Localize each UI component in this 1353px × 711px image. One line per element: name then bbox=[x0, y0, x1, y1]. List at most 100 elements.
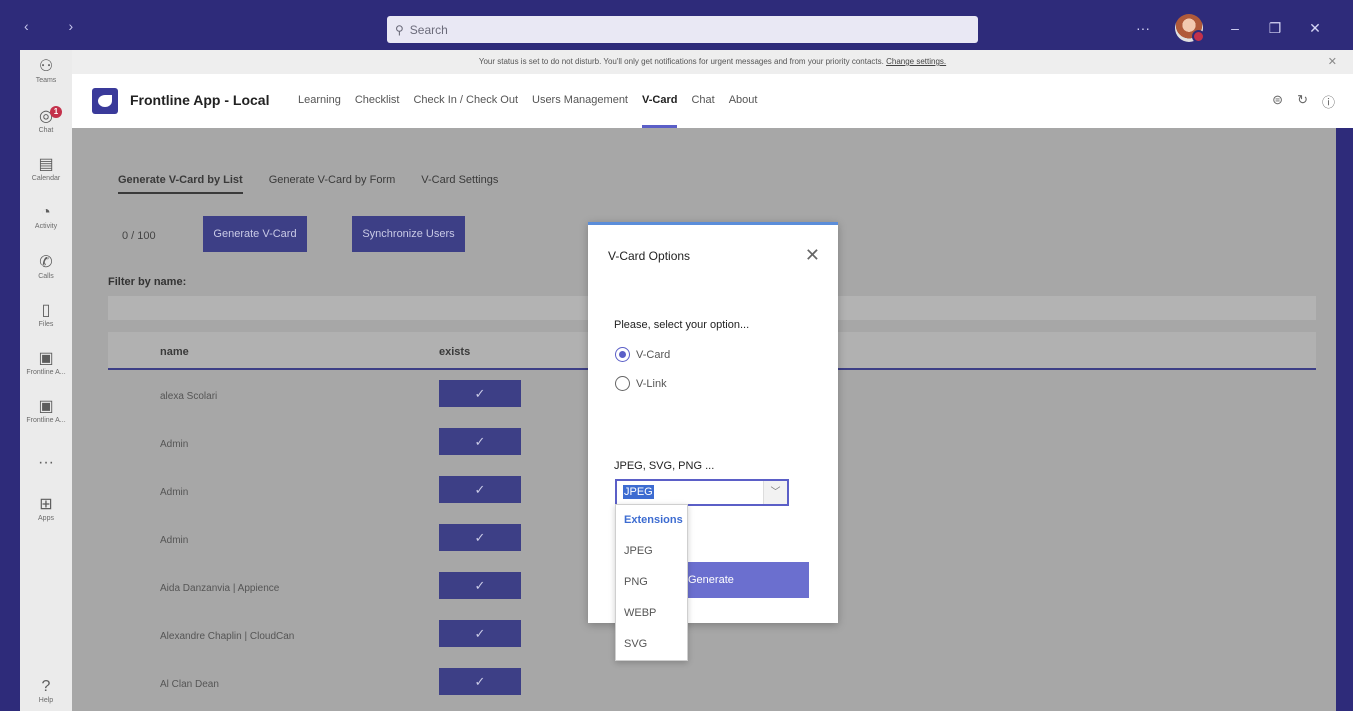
left-rail: ⚇ Teams ◎ 1 Chat ▤ Calendar ◔ Activity ✆… bbox=[20, 50, 72, 711]
user-name: alexa Scolari bbox=[160, 391, 218, 402]
rail-item-calls[interactable]: ✆ Calls bbox=[20, 254, 72, 281]
window-controls: ··· – ❐ ✕ bbox=[1123, 14, 1335, 43]
search-icon: ⚲ bbox=[395, 22, 404, 37]
refresh-icon[interactable]: ↻ bbox=[1297, 92, 1308, 111]
tab-about[interactable]: About bbox=[729, 94, 758, 128]
subtab-settings[interactable]: V-Card Settings bbox=[421, 174, 498, 194]
selection-counter: 0 / 100 bbox=[122, 230, 156, 242]
format-label: JPEG, SVG, PNG ... bbox=[614, 460, 715, 472]
filter-label: Filter by name: bbox=[108, 276, 187, 288]
more-options-icon[interactable]: ··· bbox=[1123, 20, 1163, 36]
rail-item-activity[interactable]: ◔ Activity bbox=[20, 204, 72, 231]
title-bar: ‹ › ⚲ Search ··· – ❐ ✕ bbox=[0, 0, 1353, 50]
close-icon[interactable]: ✕ bbox=[1328, 50, 1337, 74]
radio-v-link[interactable]: V-Link bbox=[615, 376, 667, 391]
tab-v-card[interactable]: V-Card bbox=[642, 94, 678, 128]
rail-label: Frontline A... bbox=[26, 417, 66, 424]
teams-icon: ⚇ bbox=[38, 58, 54, 75]
user-name: Aida Danzanvia | Appience bbox=[160, 583, 280, 594]
chat-icon: ◎ bbox=[39, 108, 53, 125]
change-settings-link[interactable]: Change settings. bbox=[886, 57, 946, 66]
info-icon[interactable]: ⓘ bbox=[1322, 92, 1335, 111]
rail-item-calendar[interactable]: ▤ Calendar bbox=[20, 156, 72, 183]
exists-check-button[interactable]: ✓ bbox=[439, 476, 521, 503]
rail-item-files[interactable]: ▯ Files bbox=[20, 302, 72, 329]
app-tabs: Learning Checklist Check In / Check Out … bbox=[298, 94, 757, 128]
rail-item-teams[interactable]: ⚇ Teams bbox=[20, 58, 72, 85]
dropdown-option-webp[interactable]: WEBP bbox=[616, 598, 687, 629]
selected-format: JPEG bbox=[623, 485, 654, 499]
vcard-subtabs: Generate V-Card by List Generate V-Card … bbox=[118, 174, 498, 194]
tab-chat[interactable]: Chat bbox=[691, 94, 714, 128]
activity-icon: ◔ bbox=[41, 204, 51, 221]
avatar[interactable] bbox=[1175, 14, 1205, 43]
generate-vcard-button[interactable]: Generate V-Card bbox=[203, 216, 307, 252]
exists-check-button[interactable]: ✓ bbox=[439, 572, 521, 599]
frontline-app-icon: ▣ bbox=[38, 398, 54, 415]
window-frame bbox=[1336, 128, 1353, 711]
more-icon: ··· bbox=[38, 454, 54, 471]
close-icon[interactable]: ✕ bbox=[805, 245, 820, 266]
generate-button[interactable]: Generate bbox=[676, 562, 809, 598]
synchronize-users-button[interactable]: Synchronize Users bbox=[352, 216, 465, 252]
user-name: Admin bbox=[160, 439, 189, 450]
user-name: Admin bbox=[160, 487, 189, 498]
format-select[interactable]: JPEG ﹀ bbox=[615, 479, 789, 506]
subtab-by-form[interactable]: Generate V-Card by Form bbox=[269, 174, 396, 194]
dropdown-option-jpeg[interactable]: JPEG bbox=[616, 536, 687, 567]
exists-check-button[interactable]: ✓ bbox=[439, 620, 521, 647]
close-window-icon[interactable]: ✕ bbox=[1295, 20, 1335, 37]
column-exists[interactable]: exists bbox=[439, 346, 470, 358]
rail-item-apps[interactable]: ⊞ Apps bbox=[20, 496, 72, 523]
popout-icon[interactable]: ⊜ bbox=[1272, 92, 1283, 111]
nav-arrows[interactable]: ‹ › bbox=[24, 18, 91, 34]
rail-item-frontline-app[interactable]: ▣ Frontline A... bbox=[20, 350, 72, 377]
rail-label: Help bbox=[38, 697, 54, 704]
column-name[interactable]: name bbox=[160, 346, 189, 358]
dialog-title: V-Card Options bbox=[608, 249, 691, 263]
search-input[interactable]: ⚲ Search bbox=[387, 16, 978, 43]
rail-item-frontline-app-2[interactable]: ▣ Frontline A... bbox=[20, 398, 72, 425]
tab-checklist[interactable]: Checklist bbox=[355, 94, 400, 128]
search-placeholder: Search bbox=[409, 22, 448, 37]
chevron-down-icon[interactable]: ﹀ bbox=[763, 481, 787, 504]
calls-icon: ✆ bbox=[39, 254, 53, 271]
rail-label: Files bbox=[38, 321, 54, 328]
subtab-by-list[interactable]: Generate V-Card by List bbox=[118, 174, 243, 194]
rail-item-chat[interactable]: ◎ 1 Chat bbox=[20, 106, 72, 135]
radio-checked-icon bbox=[615, 347, 630, 362]
banner-text: Your status is set to do not disturb. Yo… bbox=[478, 57, 884, 66]
calendar-icon: ▤ bbox=[38, 156, 54, 173]
app-header: Frontline App - Local Learning Checklist… bbox=[72, 74, 1353, 128]
rail-label: Teams bbox=[35, 77, 57, 84]
rail-label: Apps bbox=[38, 515, 54, 522]
rail-label: Calls bbox=[38, 273, 54, 280]
chat-badge: 1 bbox=[50, 106, 62, 118]
tab-users-management[interactable]: Users Management bbox=[532, 94, 628, 128]
app-logo-icon bbox=[92, 88, 118, 114]
exists-check-button[interactable]: ✓ bbox=[439, 428, 521, 455]
radio-v-card[interactable]: V-Card bbox=[615, 347, 670, 362]
user-name: Admin bbox=[160, 535, 189, 546]
exists-check-button[interactable]: ✓ bbox=[439, 524, 521, 551]
rail-item-help[interactable]: ? Help bbox=[20, 678, 72, 705]
dropdown-header: Extensions bbox=[624, 514, 683, 526]
exists-check-button[interactable]: ✓ bbox=[439, 380, 521, 407]
status-banner: Your status is set to do not disturb. Yo… bbox=[72, 50, 1353, 74]
tab-learning[interactable]: Learning bbox=[298, 94, 341, 128]
minimize-icon[interactable]: – bbox=[1215, 20, 1255, 36]
app-name: Frontline App - Local bbox=[130, 92, 270, 108]
format-dropdown-list: Extensions JPEG PNG WEBP SVG bbox=[615, 504, 688, 661]
option-prompt: Please, select your option... bbox=[614, 319, 750, 331]
dropdown-option-png[interactable]: PNG bbox=[616, 567, 687, 598]
rail-item-more[interactable]: ··· bbox=[20, 454, 72, 472]
radio-label: V-Card bbox=[636, 348, 671, 361]
radio-label: V-Link bbox=[636, 377, 667, 390]
tab-check-in-out[interactable]: Check In / Check Out bbox=[413, 94, 518, 128]
maximize-icon[interactable]: ❐ bbox=[1255, 20, 1295, 37]
help-icon: ? bbox=[41, 678, 51, 695]
radio-unchecked-icon bbox=[615, 376, 630, 391]
apps-icon: ⊞ bbox=[39, 496, 53, 513]
dropdown-option-svg[interactable]: SVG bbox=[616, 629, 687, 660]
exists-check-button[interactable]: ✓ bbox=[439, 668, 521, 695]
